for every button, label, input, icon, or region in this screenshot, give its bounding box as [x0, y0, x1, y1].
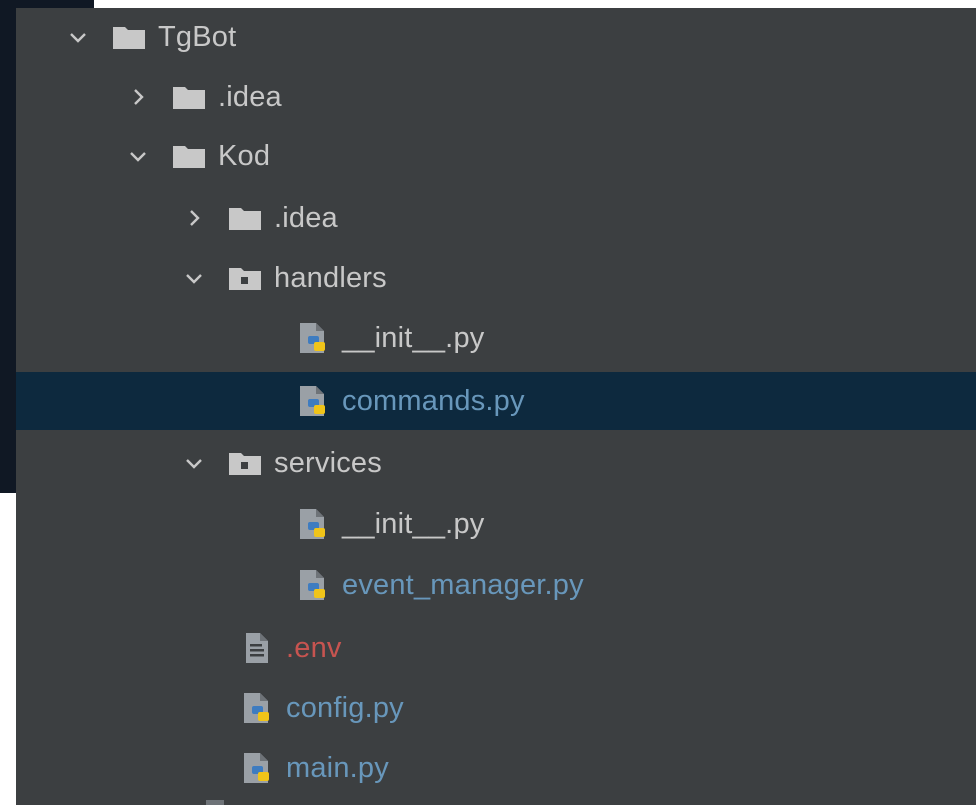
tree-item-label: TgBot — [158, 20, 237, 53]
tree-item-env[interactable]: .env — [16, 619, 976, 677]
python-file-icon — [294, 566, 332, 604]
tree-item-config[interactable]: config.py — [16, 679, 976, 737]
chevron-down-icon[interactable] — [64, 23, 92, 51]
tree-item-label: handlers — [274, 261, 387, 294]
chevron-down-icon[interactable] — [180, 264, 208, 292]
python-file-icon — [294, 319, 332, 357]
tree-item-services-init[interactable]: __init__.py — [16, 495, 976, 553]
package-folder-icon — [226, 444, 264, 482]
project-tree-panel: TgBot .idea Kod .idea handlers __init__.… — [16, 8, 976, 805]
background-strip — [0, 0, 16, 493]
tree-item-services[interactable]: services — [16, 434, 976, 492]
tree-item-handlers[interactable]: handlers — [16, 249, 976, 307]
tree-item-label: .env — [286, 631, 342, 664]
tree-item-label: __init__.py — [342, 321, 485, 354]
tree-item-label: .idea — [218, 80, 282, 113]
tree-item-label: main.py — [286, 751, 389, 784]
tree-item-label: Kod — [218, 139, 271, 172]
tree-item-event-manager[interactable]: event_manager.py — [16, 556, 976, 614]
tree-item-label: .idea — [274, 201, 338, 234]
tree-item-handlers-init[interactable]: __init__.py — [16, 309, 976, 367]
folder-icon — [170, 78, 208, 116]
tree-item-commands[interactable]: commands.py — [16, 372, 976, 430]
folder-icon — [170, 137, 208, 175]
python-file-icon — [294, 382, 332, 420]
tree-item-main[interactable]: main.py — [16, 739, 976, 797]
chevron-right-icon[interactable] — [124, 83, 152, 111]
text-file-icon — [238, 629, 276, 667]
tree-item-label: event_manager.py — [342, 568, 584, 601]
tree-item-label: commands.py — [342, 384, 525, 417]
chevron-down-icon[interactable] — [124, 142, 152, 170]
folder-icon — [226, 199, 264, 237]
partial-tree-item-icon — [202, 778, 232, 805]
python-file-icon — [238, 749, 276, 787]
tree-item-tgbot[interactable]: TgBot — [16, 8, 976, 66]
folder-icon — [110, 18, 148, 56]
python-file-icon — [294, 505, 332, 543]
tree-item-kod-idea[interactable]: .idea — [16, 189, 976, 247]
chevron-right-icon[interactable] — [180, 204, 208, 232]
tree-item-label: config.py — [286, 691, 404, 724]
tree-item-kod[interactable]: Kod — [16, 127, 976, 185]
tree-item-label: __init__.py — [342, 507, 485, 540]
python-file-icon — [238, 689, 276, 727]
package-folder-icon — [226, 259, 264, 297]
tree-item-label: services — [274, 446, 382, 479]
tree-item-idea[interactable]: .idea — [16, 68, 976, 126]
chevron-down-icon[interactable] — [180, 449, 208, 477]
